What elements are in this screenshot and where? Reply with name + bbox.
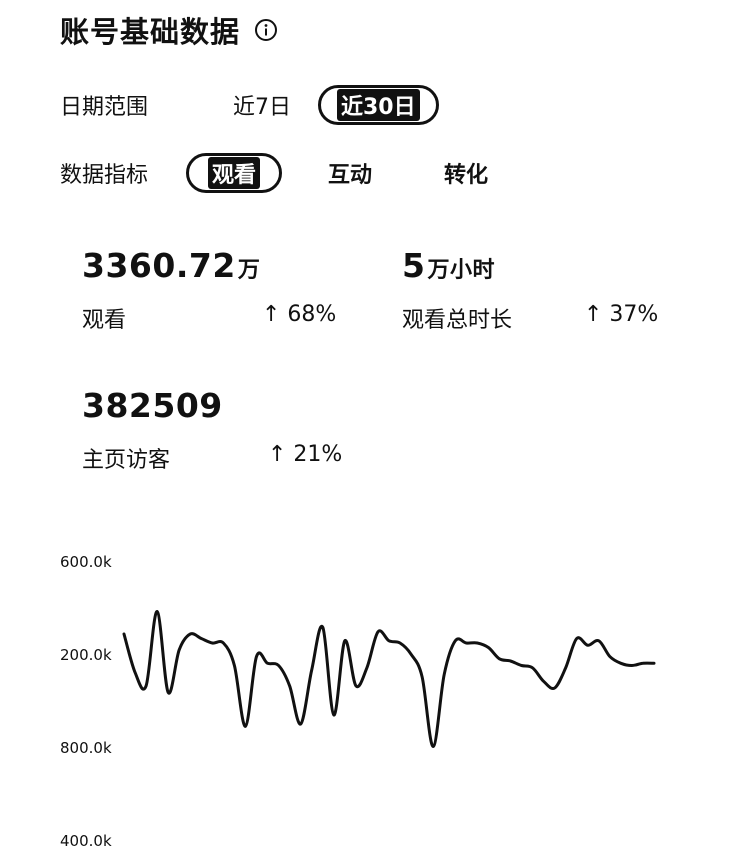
- line-chart: [122, 609, 656, 749]
- chart-series-line: [122, 609, 656, 749]
